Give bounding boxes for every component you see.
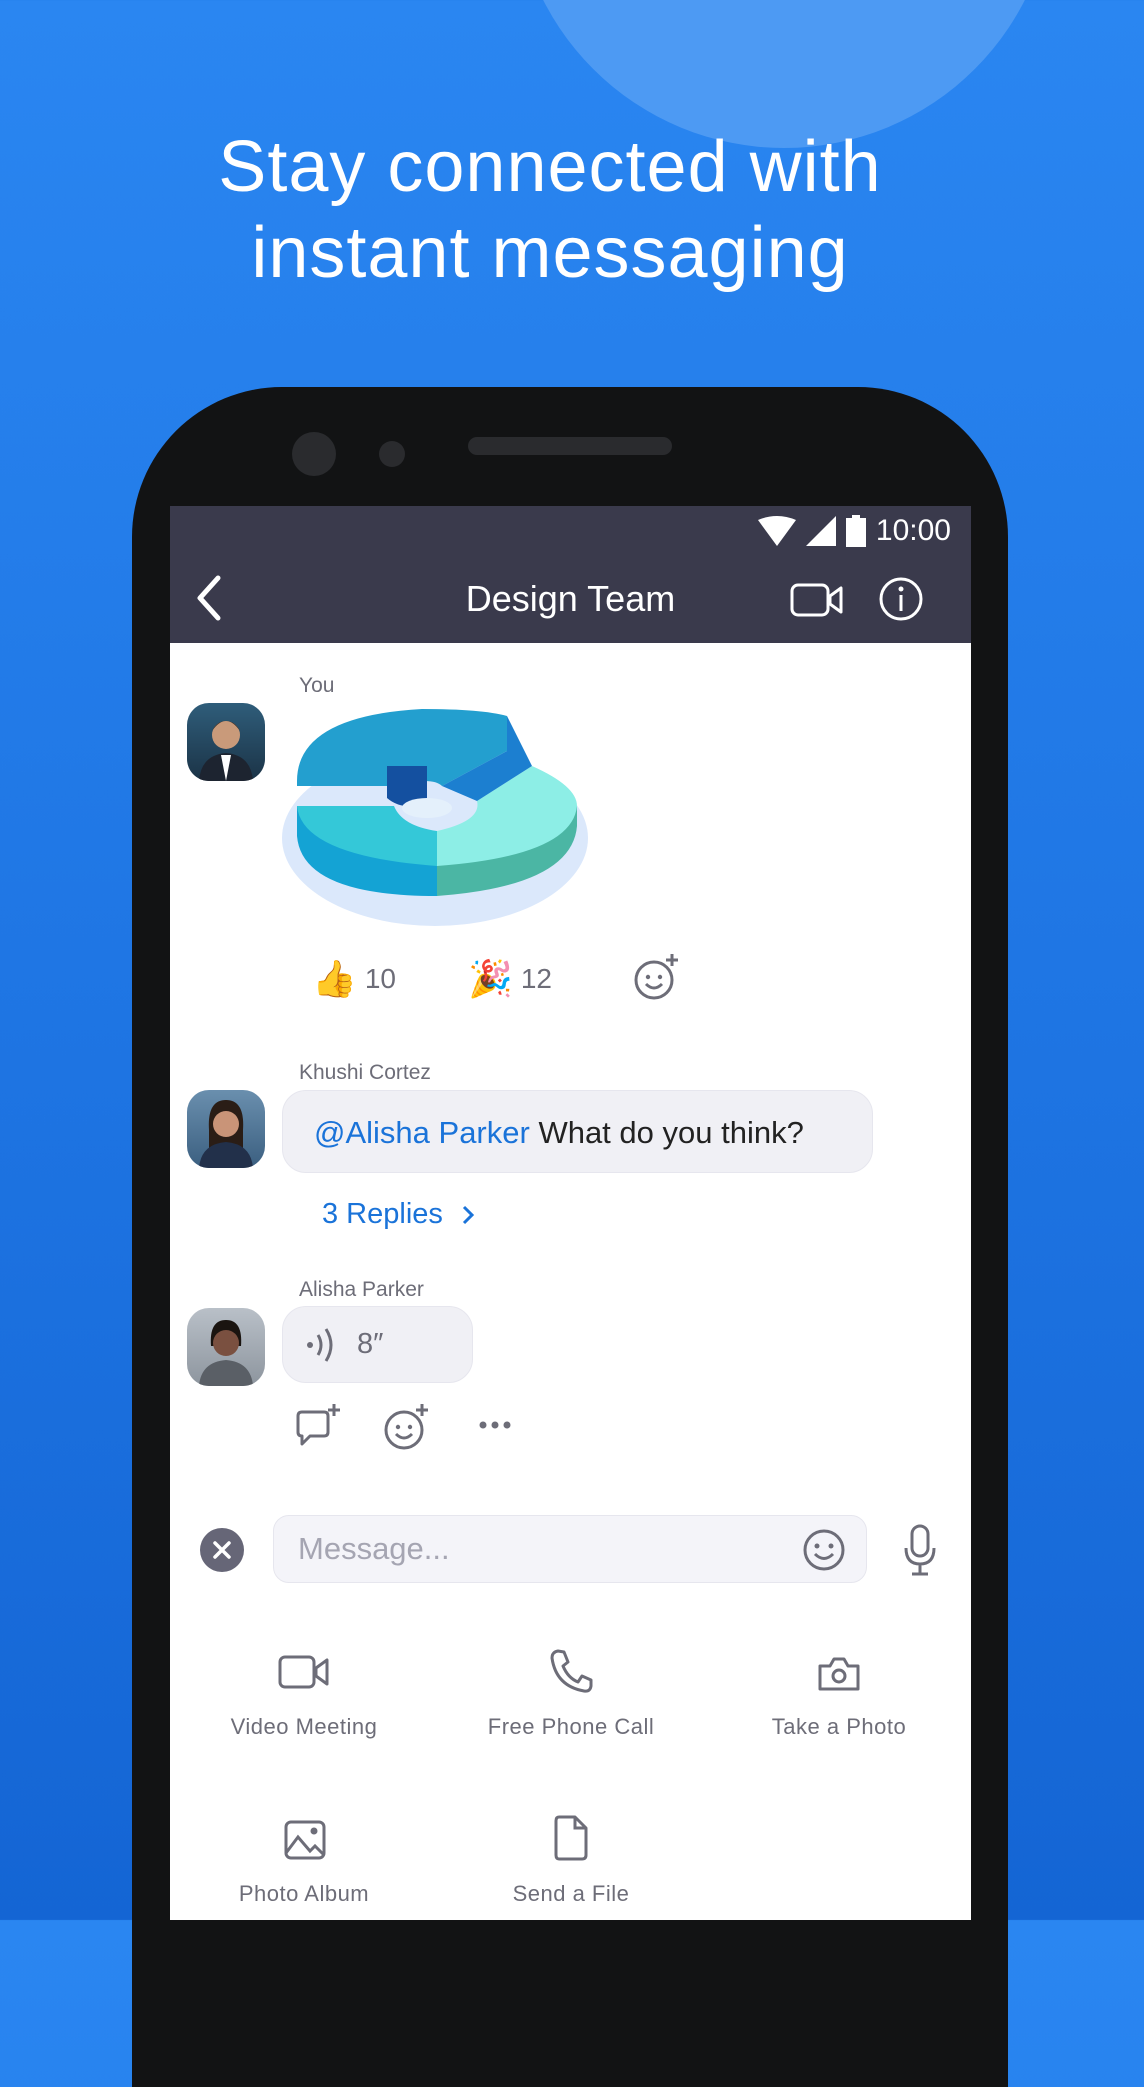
reaction-thumbs-up[interactable]: 👍 10 [312, 958, 396, 1000]
send-a-file-label[interactable]: Send a File [441, 1881, 701, 1907]
close-composer-icon[interactable] [200, 1528, 244, 1572]
replies-count: 3 Replies [322, 1198, 443, 1230]
mention-link[interactable]: @Alisha Parker [314, 1115, 530, 1150]
reply-icon[interactable] [294, 1404, 342, 1450]
sender-name: You [299, 674, 335, 697]
voice-message-bubble[interactable]: 8″ [282, 1306, 473, 1383]
shared-pie-chart-image[interactable] [282, 696, 592, 936]
message-bubble[interactable]: @Alisha Parker What do you think? [282, 1090, 873, 1173]
free-phone-call-label[interactable]: Free Phone Call [441, 1714, 701, 1740]
video-call-icon[interactable] [790, 582, 844, 618]
app-header: 10:00 Design Team [170, 506, 971, 643]
emoji-icon[interactable] [802, 1528, 846, 1572]
image-icon[interactable] [283, 1819, 327, 1863]
status-bar: 10:00 [757, 514, 951, 548]
camera-icon[interactable] [817, 1656, 861, 1692]
video-camera-icon[interactable] [278, 1654, 330, 1690]
sender-name: Khushi Cortez [299, 1061, 431, 1084]
add-reaction-icon[interactable] [632, 952, 682, 1002]
signal-icon [805, 516, 836, 546]
info-icon[interactable] [878, 576, 924, 622]
phone-icon[interactable] [548, 1648, 594, 1694]
front-camera [292, 432, 336, 476]
party-popper-emoji: 🎉 [468, 958, 513, 999]
avatar[interactable] [187, 1090, 265, 1168]
phone-screen: 10:00 Design Team You 👍 10 🎉 12 Khushi C… [170, 506, 971, 1920]
video-meeting-label[interactable]: Video Meeting [174, 1714, 434, 1740]
microphone-icon[interactable] [903, 1524, 937, 1576]
thumbs-up-emoji: 👍 [312, 958, 357, 999]
sender-name: Alisha Parker [299, 1278, 424, 1301]
headline-line-2: instant messaging [251, 213, 849, 293]
headline-line-1: Stay connected with [218, 127, 882, 207]
conversation-title: Design Team [465, 578, 676, 619]
file-icon[interactable] [553, 1814, 589, 1862]
voice-duration: 8″ [357, 1328, 384, 1360]
wifi-icon [757, 516, 796, 546]
add-reaction-icon[interactable] [382, 1402, 432, 1452]
headline: Stay connected with instant messaging [0, 124, 1100, 296]
speaker-grille [468, 437, 672, 455]
avatar[interactable] [187, 1308, 265, 1386]
message-placeholder: Message... [298, 1531, 450, 1566]
message-input[interactable]: Message... [273, 1515, 867, 1583]
audio-wave-icon [307, 1327, 333, 1362]
replies-link[interactable]: 3 Replies [322, 1198, 475, 1231]
take-a-photo-label[interactable]: Take a Photo [709, 1714, 969, 1740]
photo-album-label[interactable]: Photo Album [174, 1881, 434, 1907]
clock: 10:00 [875, 514, 951, 547]
message-text: What do you think? [529, 1115, 804, 1150]
avatar[interactable] [187, 703, 265, 781]
more-options-icon[interactable] [478, 1420, 512, 1430]
chevron-right-icon [462, 1205, 475, 1224]
reaction-count: 12 [520, 963, 552, 994]
battery-icon [845, 515, 866, 547]
sensor [379, 441, 405, 467]
reaction-count: 10 [364, 963, 396, 994]
reaction-party[interactable]: 🎉 12 [468, 958, 552, 1000]
